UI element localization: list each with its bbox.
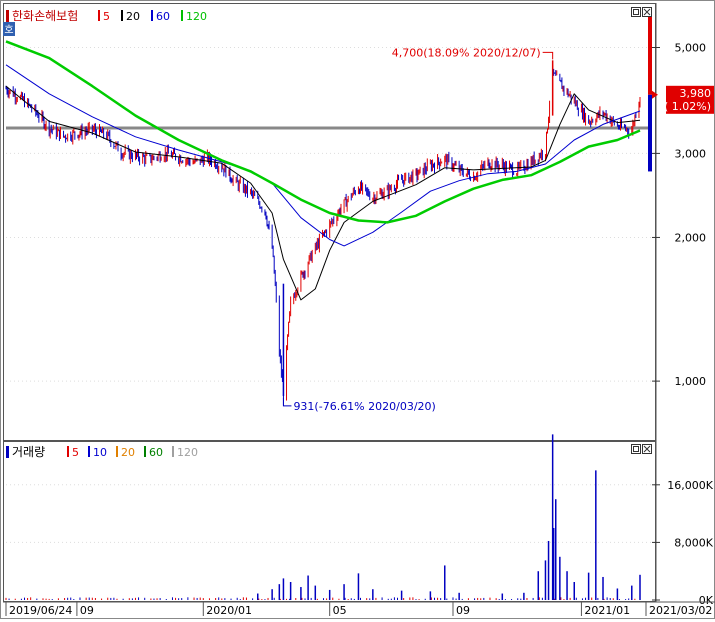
legend-item-ma120: 120 (186, 10, 207, 23)
legend-swatch (172, 446, 174, 457)
legend-swatch (116, 446, 118, 457)
price-title: 한화손해보험 (12, 9, 78, 23)
price-tick-label: 3,000 (675, 147, 707, 160)
legend-item-ma60: 60 (156, 10, 170, 23)
volume-legend-item-ma120: 120 (177, 446, 198, 459)
volume-panel-frame (3, 441, 656, 602)
chart-canvas: 5,000 3,000 2,000 1,000 3,980( 1.02%) 4,700(… (0, 0, 715, 619)
x-tick-label: 05 (333, 604, 347, 617)
price-tick-label: 5,000 (675, 42, 707, 55)
legend-swatch (98, 10, 100, 21)
x-tick-label: 2021/01 (584, 604, 630, 617)
legend-swatch (181, 10, 183, 21)
title-swatch (6, 10, 9, 22)
high-annotation: 4,700(18.09% 2020/12/07) (392, 46, 541, 59)
x-tick-label: 2021/03/02 (649, 604, 712, 617)
x-tick-label: 2020/01 (206, 604, 252, 617)
range-bar-down (648, 94, 652, 172)
volume-tick-label: 16,000K (667, 479, 713, 492)
volume-legend-item-ma10: 10 (93, 446, 107, 459)
price-tick-label: 2,000 (675, 231, 707, 244)
legend-swatch (67, 446, 69, 457)
x-tick-label: 09 (80, 604, 94, 617)
volume-maximize-button[interactable] (631, 444, 641, 454)
legend-item-ma20: 20 (126, 10, 140, 23)
volume-title-swatch (6, 446, 9, 458)
x-tick-label: 09 (456, 604, 470, 617)
current-price-change: ( 1.02%) (664, 100, 711, 113)
range-bar-up (648, 9, 652, 95)
current-price-value: 3,980 (680, 87, 712, 100)
low-annotation: 931(-76.61% 2020/03/20) (293, 400, 435, 413)
legend-item-ma5: 5 (103, 10, 110, 23)
chart-window: 5,000 3,000 2,000 1,000 3,980( 1.02%) 4,700(… (0, 0, 715, 619)
volume-legend-item-ma20: 20 (121, 446, 135, 459)
price-maximize-button[interactable] (631, 7, 641, 17)
volume-legend-item-ma60: 60 (149, 446, 163, 459)
x-tick-label: 2019/06/24 (9, 604, 72, 617)
legend-swatch (88, 446, 90, 457)
volume-legend-item-ma5: 5 (72, 446, 79, 459)
quote-icon[interactable]: 호 (4, 24, 13, 36)
volume-title: 거래량 (12, 445, 45, 459)
legend-swatch (121, 10, 123, 21)
legend-swatch (144, 446, 146, 457)
price-tick-label: 1,000 (675, 375, 707, 388)
volume-tick-label: 8,000K (674, 536, 713, 549)
legend-swatch (151, 10, 153, 21)
